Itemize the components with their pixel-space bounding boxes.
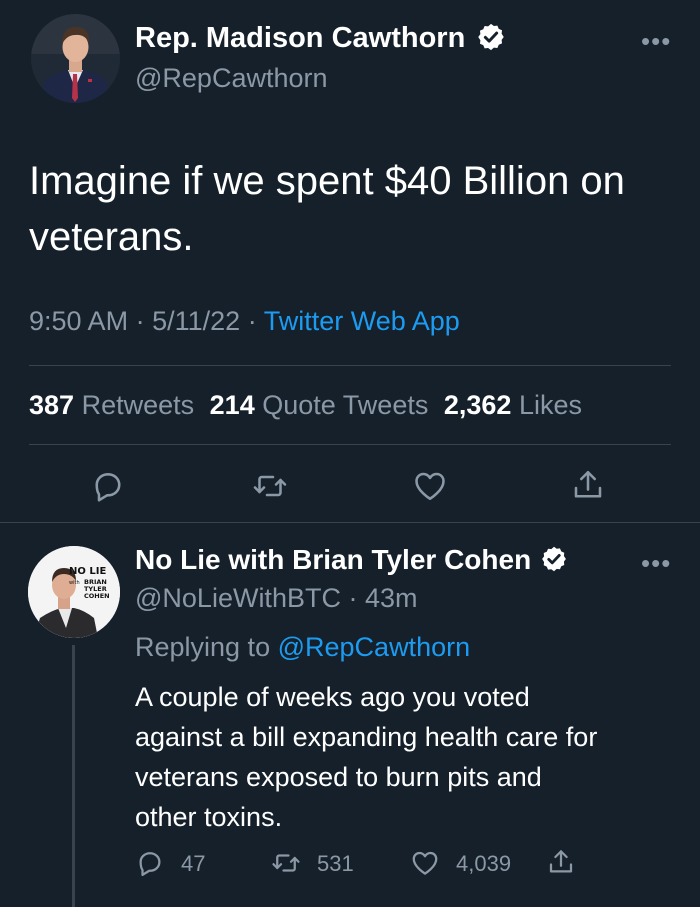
reply-count: 47	[181, 851, 206, 876]
quotes-count: 214	[209, 390, 255, 420]
tweet-text-line: Imagine if we spent $40 Billion on	[29, 159, 625, 203]
avatar-logo-text: NO LIE	[69, 566, 106, 577]
tweet-date[interactable]: 5/11/22	[152, 306, 240, 336]
retweet-count: 531	[317, 851, 354, 876]
meta-dot: ·	[247, 306, 264, 336]
verified-badge-icon	[476, 22, 506, 57]
reply-text-line: other toxins.	[135, 802, 283, 832]
like-icon[interactable]	[411, 468, 449, 504]
reply-icon[interactable]	[90, 468, 126, 504]
author-handle[interactable]: @RepCawthorn	[135, 63, 328, 94]
retweet-icon[interactable]	[251, 468, 289, 504]
reply-author-avatar[interactable]: NO LIE with BRIAN TYLER COHEN	[28, 546, 120, 638]
quotes-label: Quote Tweets	[262, 390, 429, 420]
reply-author-name[interactable]: No Lie with Brian Tyler Cohen	[135, 544, 531, 575]
likes-label: Likes	[518, 390, 582, 420]
author-name-row: Rep. Madison Cawthorn	[135, 22, 506, 60]
like-icon[interactable]	[409, 848, 441, 878]
retweets-label: Retweets	[81, 390, 195, 420]
share-icon[interactable]	[546, 846, 576, 878]
avatar-photo: NO LIE with BRIAN TYLER COHEN	[28, 546, 120, 638]
replying-to-handle[interactable]: @RepCawthorn	[278, 632, 471, 662]
thread-line	[72, 645, 75, 907]
verified-badge-icon	[540, 545, 568, 578]
tweet-separator	[0, 522, 700, 523]
retweets-count: 387	[29, 390, 75, 420]
tweet-text-line: veterans.	[29, 215, 194, 259]
reply-author-name-row: No Lie with Brian Tyler Cohen	[135, 544, 568, 581]
tweet-stats: 387 Retweets 214 Quote Tweets 2,362 Like…	[29, 390, 582, 421]
avatar-photo	[31, 14, 120, 103]
meta-dot: ·	[348, 583, 358, 613]
avatar-logo-text: COHEN	[84, 592, 110, 600]
author-name[interactable]: Rep. Madison Cawthorn	[135, 22, 465, 54]
reply-author-handle[interactable]: @NoLieWithBTC	[135, 583, 341, 613]
quotes-stat[interactable]: 214 Quote Tweets	[210, 390, 436, 420]
retweets-stat[interactable]: 387 Retweets	[29, 390, 202, 420]
replying-to-label: Replying to	[135, 632, 271, 662]
divider	[29, 365, 671, 366]
more-options-icon[interactable]: •••	[641, 26, 671, 57]
like-count: 4,039	[456, 851, 512, 876]
share-icon[interactable]	[570, 466, 606, 504]
likes-stat[interactable]: 2,362 Likes	[444, 390, 582, 420]
reply-icon[interactable]	[135, 848, 165, 878]
avatar-logo-text: with	[69, 580, 80, 586]
meta-dot: ·	[135, 306, 153, 336]
reply-text: A couple of weeks ago you voted against …	[135, 677, 597, 837]
reply-handle-row: @NoLieWithBTC · 43m	[135, 583, 418, 614]
reply-text-line: veterans exposed to burn pits and	[135, 762, 542, 792]
replying-to: Replying to @RepCawthorn	[135, 632, 470, 663]
tweet-source-link[interactable]: Twitter Web App	[264, 306, 460, 336]
tweet-time[interactable]: 9:50 AM	[29, 306, 128, 336]
reply-age[interactable]: 43m	[365, 583, 418, 613]
tweet-meta: 9:50 AM · 5/11/22 · Twitter Web App	[29, 306, 460, 337]
likes-count: 2,362	[443, 390, 512, 420]
tweet-text: Imagine if we spent $40 Billion on veter…	[29, 153, 625, 265]
retweet-icon[interactable]	[270, 848, 302, 878]
divider	[29, 444, 671, 445]
author-avatar[interactable]	[31, 14, 120, 103]
reply-text-line: A couple of weeks ago you voted	[135, 682, 530, 712]
reply-text-line: against a bill expanding health care for	[135, 722, 598, 752]
more-options-icon[interactable]: •••	[641, 548, 671, 579]
